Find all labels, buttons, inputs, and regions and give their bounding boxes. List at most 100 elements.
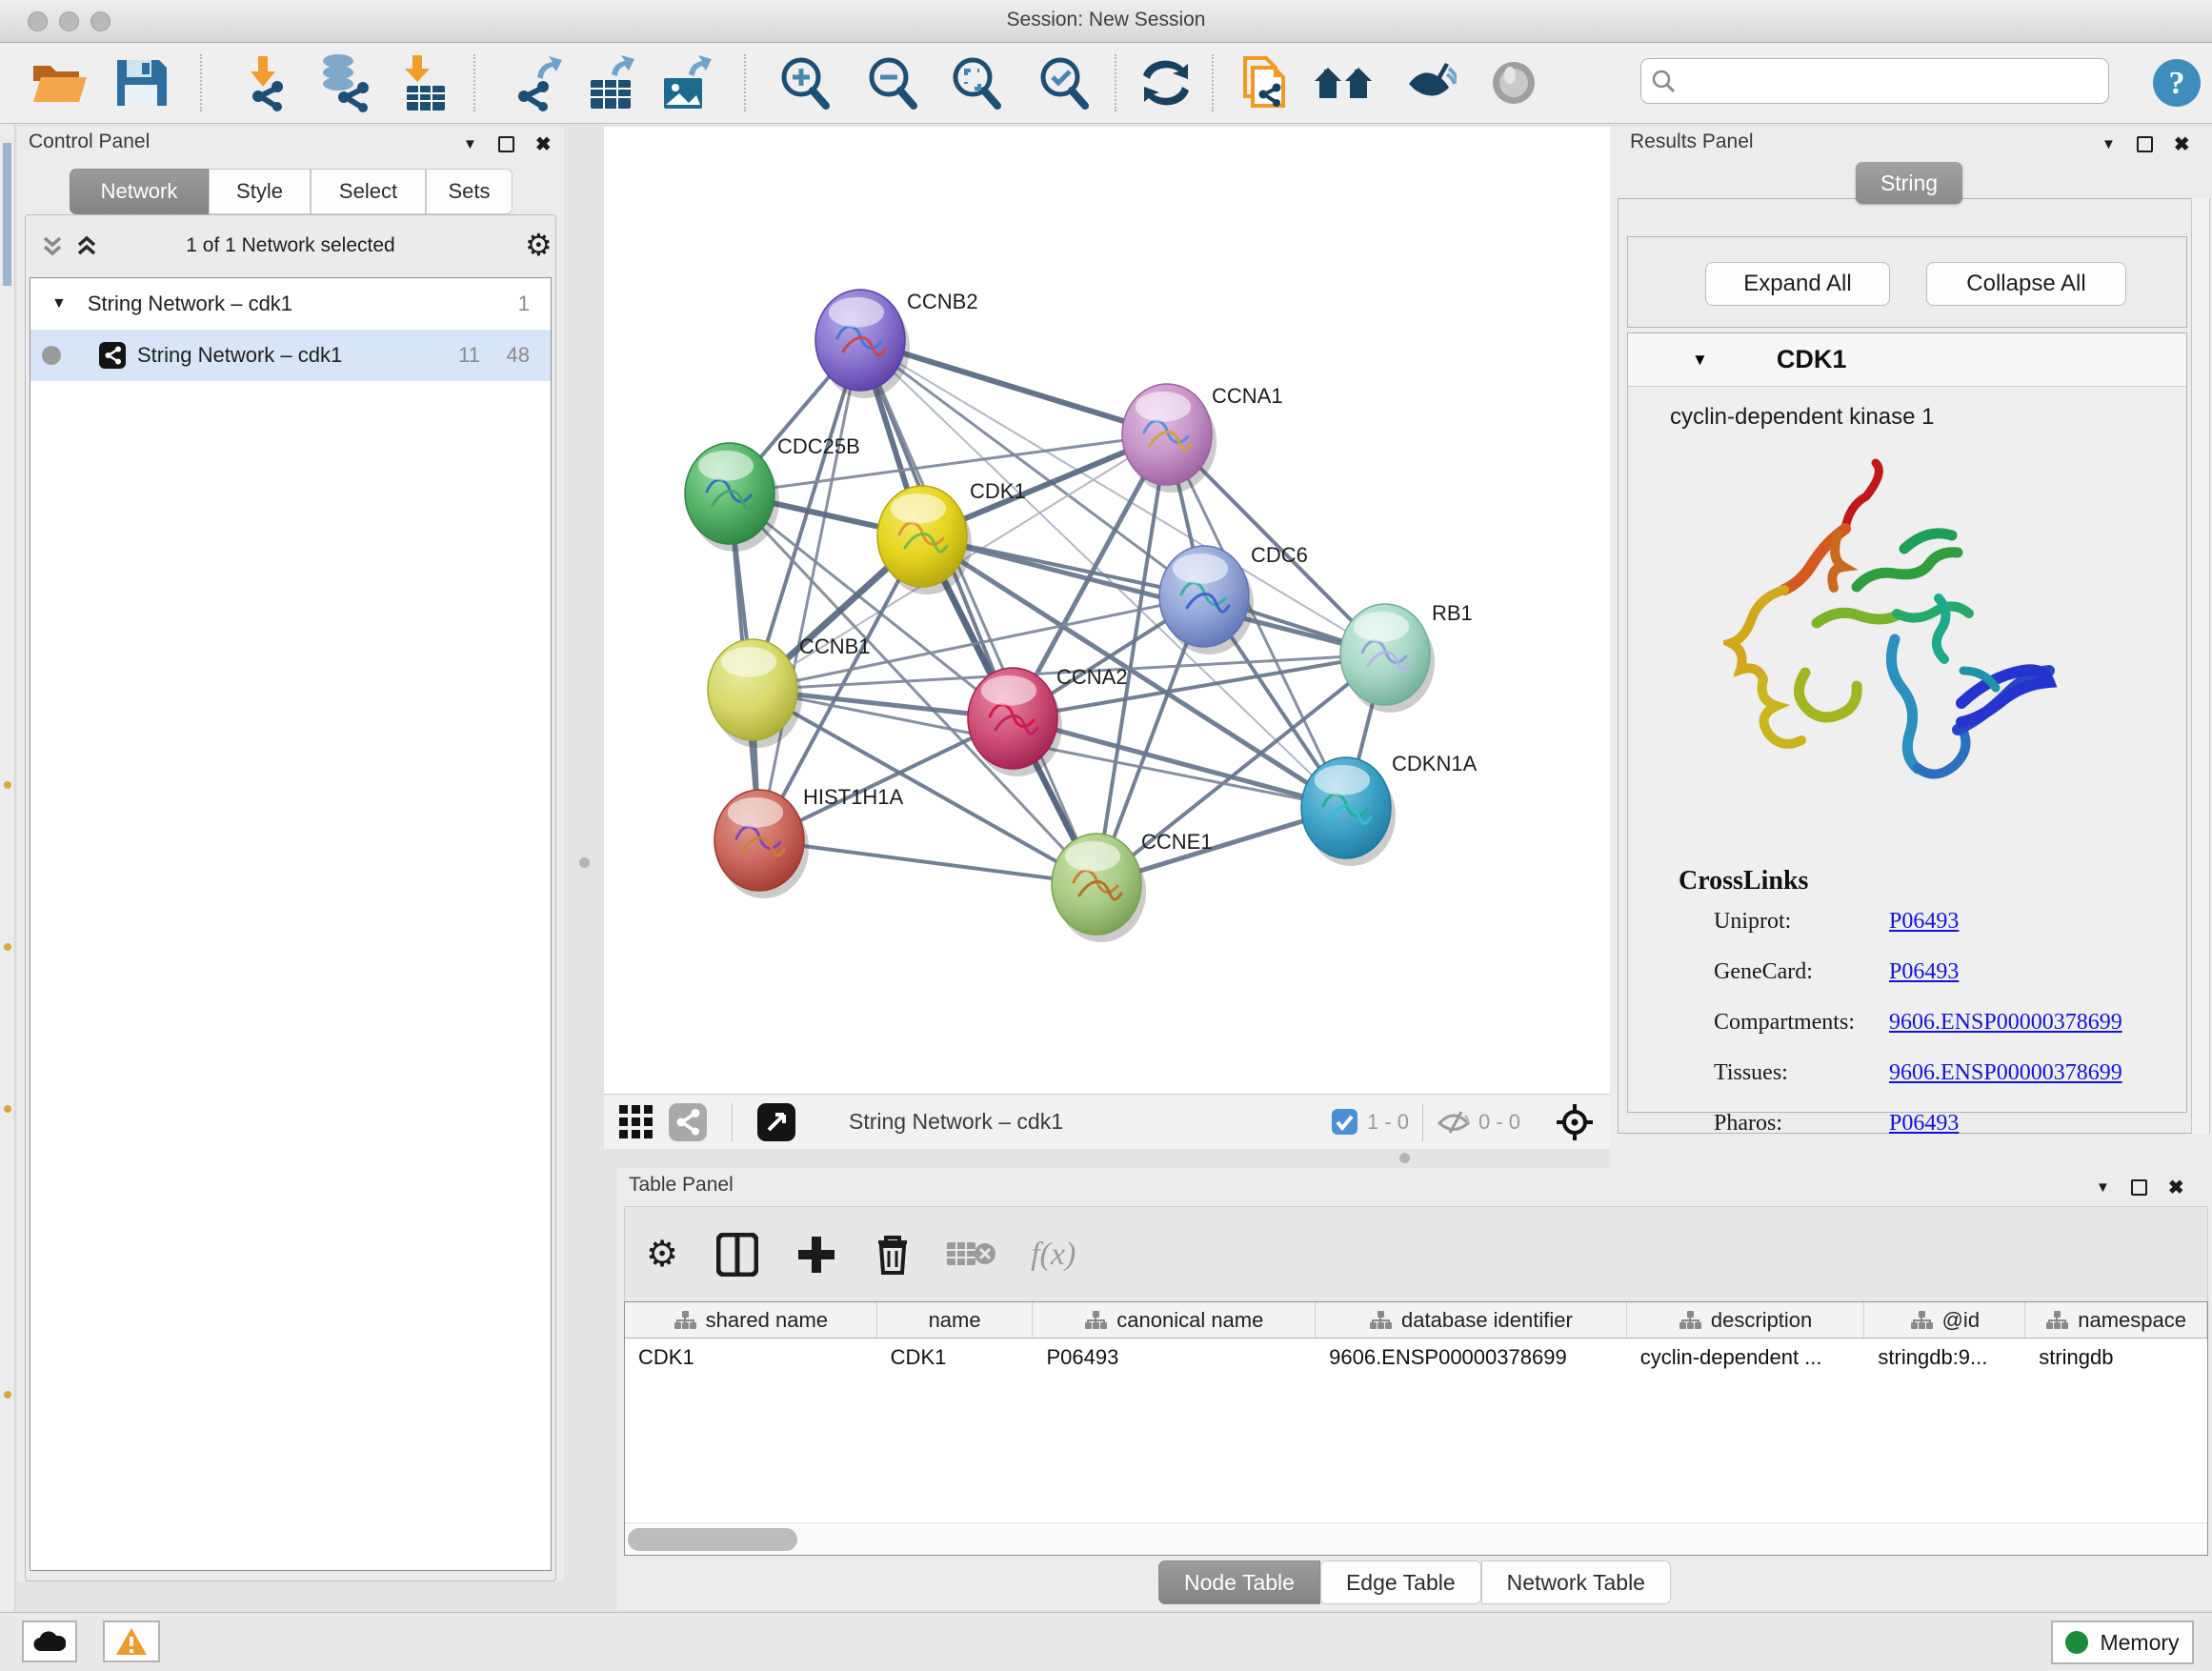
help-icon[interactable]: ? — [2151, 57, 2202, 109]
save-session-icon[interactable] — [113, 56, 169, 110]
network-canvas[interactable]: CCNB2CCNA1CDC25BCDK1CDC6RB1CCNB1CCNA2CDK… — [604, 127, 1610, 1094]
maximize-panel-icon[interactable] — [498, 136, 514, 152]
zoom-selected-icon[interactable] — [1036, 54, 1093, 111]
search-input[interactable] — [1676, 70, 2085, 92]
close-panel-icon[interactable]: ✖ — [2168, 1176, 2184, 1199]
network-view-toolbar: String Network – cdk1 1 - 0 0 - 0 — [604, 1094, 1610, 1149]
duplicate-network-icon[interactable] — [1237, 52, 1291, 113]
crosslink-value-link[interactable]: P06493 — [1889, 909, 1959, 935]
table-horizontal-scrollbar[interactable] — [625, 1522, 2207, 1555]
float-panel-icon[interactable]: ▼ — [2101, 136, 2116, 152]
tab-style[interactable]: Style — [209, 169, 311, 214]
import-database-icon[interactable] — [306, 53, 372, 112]
table-cell[interactable]: CDK1 — [625, 1339, 877, 1377]
warnings-button[interactable] — [103, 1621, 160, 1662]
network-options-gear-icon[interactable]: ⚙ — [525, 227, 553, 263]
node-CDC25B[interactable]: CDC25B — [685, 434, 860, 552]
node-HIST1H1A[interactable]: HIST1H1A — [714, 785, 903, 898]
export-image-icon[interactable] — [656, 53, 715, 112]
column-label: name — [929, 1308, 981, 1333]
export-table-icon[interactable] — [583, 53, 640, 112]
node-CCNB2[interactable]: CCNB2 — [815, 290, 978, 398]
cloud-status-button[interactable] — [22, 1621, 77, 1662]
bottom-splitter-handle[interactable] — [1399, 1153, 1410, 1163]
delete-column-icon[interactable] — [875, 1233, 911, 1277]
node-CCNB1[interactable]: CCNB1 — [708, 634, 871, 748]
node-CDKN1A[interactable]: CDKN1A — [1301, 752, 1478, 866]
tab-edge-table[interactable]: Edge Table — [1320, 1560, 1481, 1604]
left-splitter-handle[interactable] — [579, 857, 590, 868]
table-cell[interactable]: CDK1 — [877, 1339, 1034, 1377]
tab-select[interactable]: Select — [311, 169, 426, 214]
apply-function-icon[interactable]: f(x) — [1031, 1237, 1076, 1273]
collapse-collection-icon[interactable]: ▼ — [51, 295, 67, 312]
column-header-description[interactable]: description — [1627, 1302, 1865, 1338]
maximize-panel-icon[interactable] — [2131, 1179, 2147, 1196]
table-cell[interactable]: cyclin-dependent ... — [1627, 1339, 1865, 1377]
memory-button[interactable]: Memory — [2051, 1621, 2194, 1664]
edge-CCNB2-HIST1H1A[interactable] — [759, 340, 860, 840]
crosslink-value-link[interactable]: 9606.ENSP00000378699 — [1889, 1060, 2122, 1086]
table-cell[interactable]: stringdb:9... — [1864, 1339, 2025, 1377]
protein-description: cyclin-dependent kinase 1 — [1670, 404, 1935, 431]
node-CCNE1[interactable]: CCNE1 — [1052, 830, 1213, 942]
column-header-name[interactable]: name — [877, 1302, 1034, 1338]
refresh-icon[interactable] — [1138, 56, 1194, 110]
table-settings-gear-icon[interactable]: ⚙ — [646, 1233, 678, 1276]
tab-network[interactable]: Network — [70, 169, 209, 214]
float-panel-icon[interactable]: ▼ — [463, 136, 477, 152]
selected-nodes-checkbox[interactable] — [1332, 1109, 1357, 1135]
close-panel-icon[interactable]: ✖ — [2174, 132, 2190, 156]
export-network-icon[interactable] — [507, 54, 564, 111]
table-cell[interactable]: P06493 — [1033, 1339, 1316, 1377]
birdseye-view-icon[interactable] — [757, 1103, 795, 1141]
share-network-icon[interactable] — [669, 1103, 707, 1141]
results-scrollbar[interactable] — [2191, 198, 2210, 1134]
collapse-all-button[interactable]: Collapse All — [1926, 262, 2126, 306]
tab-network-table[interactable]: Network Table — [1481, 1560, 1671, 1604]
expand-collapse-box: Expand All Collapse All — [1627, 236, 2187, 328]
results-panel-title: Results Panel — [1630, 131, 1754, 153]
open-session-icon[interactable] — [30, 58, 89, 108]
edge-CDK1-RB1[interactable] — [922, 536, 1385, 654]
close-panel-icon[interactable]: ✖ — [535, 132, 552, 156]
expand-all-button[interactable]: Expand All — [1705, 262, 1890, 306]
add-column-icon[interactable] — [796, 1235, 836, 1275]
tab-node-table[interactable]: Node Table — [1158, 1560, 1320, 1604]
center-view-crosshair-icon[interactable] — [1555, 1102, 1595, 1142]
import-table-icon[interactable] — [393, 53, 449, 112]
network-collection-row[interactable]: ▼ String Network – cdk1 1 — [30, 278, 551, 330]
import-network-icon[interactable] — [233, 54, 291, 111]
delete-table-icon[interactable] — [947, 1238, 996, 1271]
node-CDC6[interactable]: CDC6 — [1159, 543, 1308, 654]
collapse-protein-icon[interactable]: ▼ — [1692, 351, 1708, 370]
split-table-view-icon[interactable] — [716, 1233, 758, 1277]
column-header-canonical-name[interactable]: canonical name — [1033, 1302, 1316, 1338]
network-row-selected[interactable]: String Network – cdk1 11 48 — [30, 330, 551, 381]
column-header--id[interactable]: @id — [1864, 1302, 2025, 1338]
grid-view-icon[interactable] — [619, 1105, 655, 1139]
node-CCNA1[interactable]: CCNA1 — [1122, 384, 1283, 493]
edge-HIST1H1A-CCNE1[interactable] — [759, 840, 1096, 884]
table-row[interactable]: CDK1CDK1P064939606.ENSP00000378699cyclin… — [625, 1339, 2207, 1377]
zoom-out-icon[interactable] — [864, 54, 921, 111]
table-cell[interactable]: 9606.ENSP00000378699 — [1316, 1339, 1627, 1377]
home-icon[interactable] — [1313, 60, 1374, 106]
crosslink-value-link[interactable]: P06493 — [1889, 1111, 1959, 1137]
node-CDK1[interactable]: CDK1 — [877, 479, 1026, 594]
float-panel-icon[interactable]: ▼ — [2096, 1179, 2110, 1196]
hide-graphics-details-icon[interactable] — [1405, 59, 1457, 107]
presentation-mode-icon[interactable] — [1487, 56, 1540, 110]
table-cell[interactable]: stringdb — [2025, 1339, 2207, 1377]
maximize-panel-icon[interactable] — [2137, 136, 2153, 152]
tab-sets[interactable]: Sets — [426, 169, 513, 214]
column-type-icon — [2045, 1310, 2068, 1331]
column-header-shared-name[interactable]: shared name — [625, 1302, 877, 1338]
column-header-database-identifier[interactable]: database identifier — [1316, 1302, 1627, 1338]
zoom-fit-icon[interactable] — [948, 54, 1005, 111]
column-header-namespace[interactable]: namespace — [2025, 1302, 2207, 1338]
node-RB1[interactable]: RB1 — [1340, 601, 1473, 713]
crosslink-value-link[interactable]: P06493 — [1889, 959, 1959, 985]
zoom-in-icon[interactable] — [776, 54, 834, 111]
crosslink-value-link[interactable]: 9606.ENSP00000378699 — [1889, 1010, 2122, 1036]
